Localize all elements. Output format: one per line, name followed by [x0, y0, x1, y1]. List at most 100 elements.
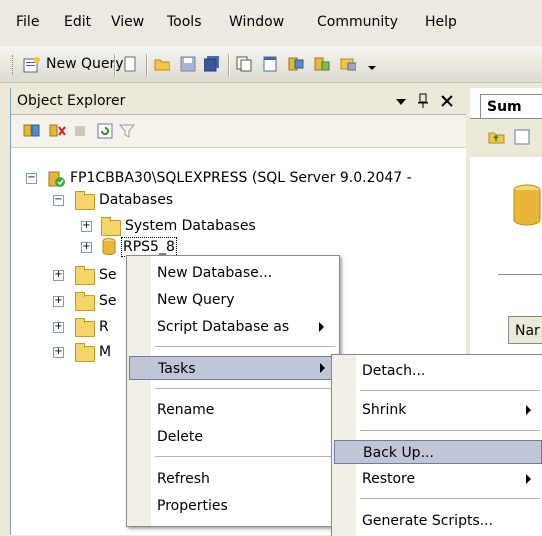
- folder-icon: [75, 292, 95, 311]
- server-label: FP1CBBA30\SQLEXPRESS (SQL Server 9.0.204…: [70, 170, 412, 186]
- tab-summary[interactable]: Sum: [480, 94, 542, 118]
- menu-view[interactable]: View: [111, 14, 144, 30]
- toolbar-separator: [114, 54, 115, 76]
- filter-icon[interactable]: [119, 123, 135, 139]
- up-folder-icon[interactable]: [488, 129, 506, 145]
- menu-item-label: Restore: [362, 471, 416, 487]
- system-databases-label: System Databases: [125, 218, 256, 234]
- menu-item-tasks[interactable]: Tasks: [129, 356, 335, 380]
- menu-tools[interactable]: Tools: [167, 14, 202, 30]
- folder-icon: [101, 217, 121, 236]
- menu-item-generate-scripts[interactable]: Generate Scripts...: [332, 509, 542, 533]
- selected-database-label: RPS5_8: [121, 237, 177, 257]
- menu-bar: File Edit View Tools Window Community He…: [0, 0, 542, 46]
- object-explorer-titlebar: Object Explorer: [11, 88, 467, 115]
- folder-icon: [75, 318, 95, 337]
- context-menu: New Database... New Query Script Databas…: [126, 255, 340, 527]
- toolbar-grip[interactable]: [12, 55, 16, 75]
- menu-item-delete[interactable]: Delete: [127, 425, 337, 449]
- disconnect-icon[interactable]: [49, 123, 67, 139]
- menu-item-back-up[interactable]: Back Up...: [334, 440, 542, 464]
- menu-separator: [360, 498, 540, 499]
- new-file-icon[interactable]: [122, 56, 138, 72]
- database-icon: [102, 238, 116, 255]
- object-explorer-title: Object Explorer: [17, 93, 126, 109]
- folder-icon: [75, 343, 95, 362]
- menu-file[interactable]: File: [16, 14, 39, 30]
- expand-icon[interactable]: +: [53, 347, 64, 358]
- menu-item-label: Generate Scripts...: [362, 513, 494, 529]
- menu-help[interactable]: Help: [425, 14, 457, 30]
- menu-item-label: Script Database as: [157, 319, 290, 335]
- menu-item-properties[interactable]: Properties: [127, 494, 337, 518]
- object-explorer-icon[interactable]: [314, 56, 330, 72]
- open-folder-icon[interactable]: [154, 56, 170, 72]
- menu-window[interactable]: Window: [229, 14, 284, 30]
- tree-node-label: M: [99, 344, 112, 360]
- menu-item-script-database-as[interactable]: Script Database as: [127, 315, 337, 339]
- toolbar-overflow[interactable]: [368, 66, 376, 74]
- menu-edit[interactable]: Edit: [64, 14, 91, 30]
- object-explorer-toolbar: [11, 115, 467, 148]
- menu-separator: [360, 390, 540, 391]
- new-query-icon: [23, 57, 40, 73]
- template-explorer-icon[interactable]: [340, 56, 356, 72]
- expand-icon[interactable]: +: [53, 270, 64, 281]
- submenu-arrow-icon: [320, 363, 325, 373]
- menu-item-new-database[interactable]: New Database...: [127, 261, 337, 285]
- new-query-label: New Query: [46, 56, 124, 72]
- toolbar-separator: [146, 54, 147, 76]
- refresh-icon[interactable]: [97, 123, 113, 139]
- submenu-arrow-icon: [526, 474, 531, 484]
- divider: [498, 274, 542, 275]
- menu-item-shrink[interactable]: Shrink: [332, 398, 542, 422]
- save-icon[interactable]: [180, 56, 196, 72]
- column-header-name[interactable]: Nar: [508, 316, 542, 344]
- pin-icon[interactable]: [417, 93, 429, 109]
- collapse-icon[interactable]: −: [53, 195, 64, 206]
- menu-community[interactable]: Community: [317, 14, 398, 30]
- folder-icon: [75, 191, 95, 210]
- registered-servers-icon[interactable]: [288, 56, 304, 72]
- stop-icon[interactable]: [75, 126, 85, 136]
- databases-label: Databases: [99, 192, 174, 208]
- collapse-icon[interactable]: −: [26, 173, 37, 184]
- menu-separator: [155, 346, 335, 347]
- notepad-icon[interactable]: [262, 56, 278, 72]
- submenu-arrow-icon: [526, 405, 531, 415]
- expand-icon[interactable]: +: [53, 322, 64, 333]
- menu-separator: [155, 456, 335, 457]
- folder-icon: [75, 266, 95, 285]
- refresh-icon[interactable]: [514, 129, 530, 145]
- menu-item-label: Properties: [157, 498, 228, 514]
- tasks-submenu: Detach... Shrink Back Up... Restore Gene…: [331, 354, 542, 536]
- expand-icon[interactable]: +: [53, 296, 64, 307]
- expand-icon[interactable]: +: [81, 221, 92, 232]
- close-icon[interactable]: [441, 95, 453, 107]
- menu-item-refresh[interactable]: Refresh: [127, 467, 337, 491]
- connect-icon[interactable]: [23, 123, 41, 139]
- menu-item-rename[interactable]: Rename: [127, 398, 337, 422]
- menu-item-label: Shrink: [362, 402, 407, 418]
- window-position-icon[interactable]: [396, 99, 406, 105]
- menu-item-label: Refresh: [157, 471, 210, 487]
- save-all-icon[interactable]: [204, 56, 220, 72]
- tree-node-label: Se: [99, 293, 117, 309]
- summary-toolbar: [470, 118, 542, 157]
- submenu-arrow-icon: [319, 322, 324, 332]
- standard-toolbar: New Query: [0, 46, 542, 83]
- server-icon: [48, 171, 65, 187]
- toolbar-separator: [228, 54, 229, 76]
- menu-separator: [155, 388, 335, 389]
- menu-item-label: New Query: [157, 292, 235, 308]
- menu-item-label: Rename: [157, 402, 215, 418]
- menu-item-restore[interactable]: Restore: [332, 467, 542, 491]
- copy-icon[interactable]: [236, 56, 252, 72]
- tree-node-label: R: [99, 319, 109, 335]
- tree-node-label: Se: [99, 267, 117, 283]
- database-icon: [513, 184, 541, 226]
- expand-icon[interactable]: +: [81, 242, 92, 253]
- menu-item-new-query[interactable]: New Query: [127, 288, 337, 312]
- menu-separator: [360, 430, 540, 431]
- menu-item-detach[interactable]: Detach...: [332, 359, 542, 383]
